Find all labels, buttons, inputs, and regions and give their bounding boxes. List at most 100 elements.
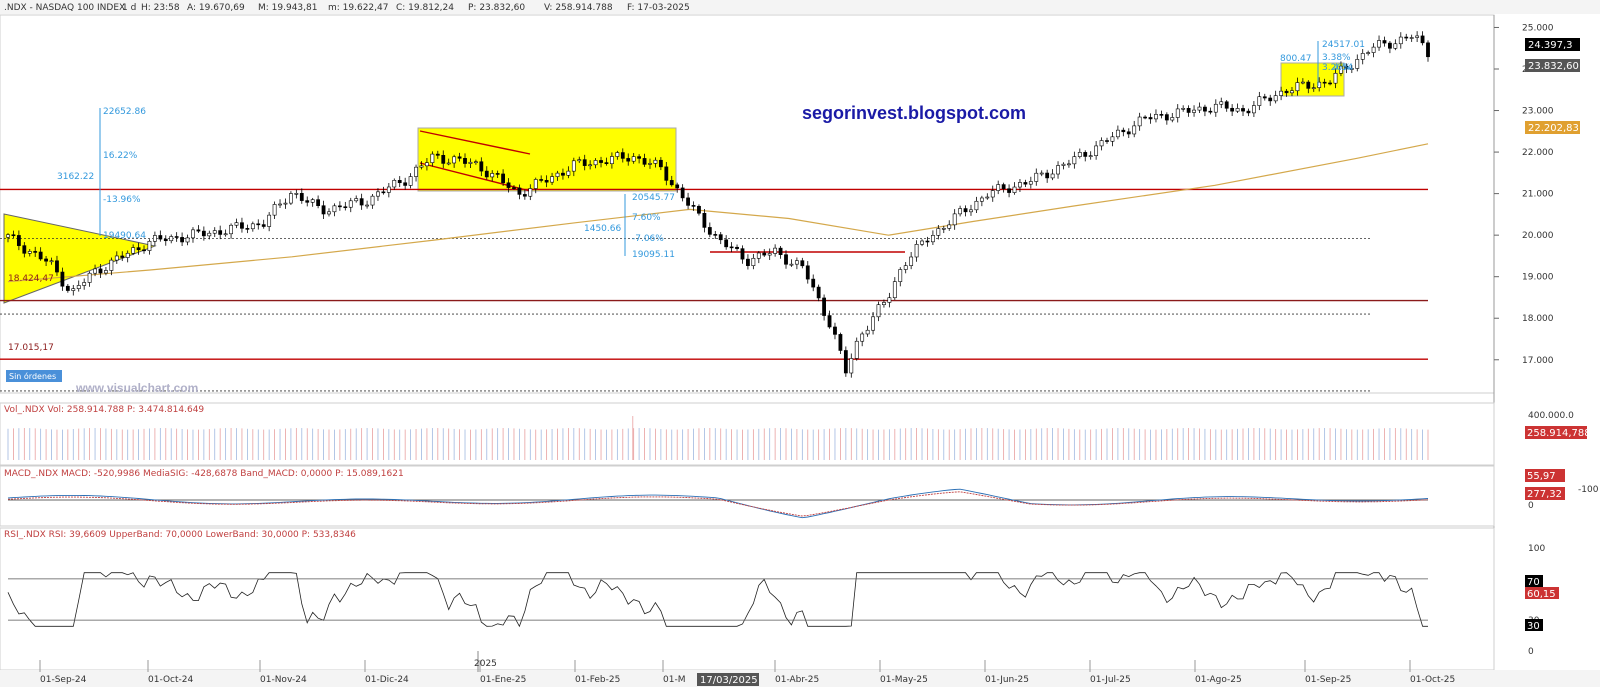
candle-body — [218, 230, 223, 235]
candle-body — [1094, 145, 1099, 156]
candle-body — [691, 205, 696, 207]
candle-body — [1230, 107, 1235, 112]
candle-body — [849, 358, 854, 374]
candle-body — [1284, 90, 1289, 94]
candle-body — [827, 315, 832, 328]
candle-body — [522, 194, 527, 197]
candle-body — [941, 227, 946, 230]
candle-body — [707, 227, 712, 235]
candle-body — [1067, 163, 1071, 166]
year-label: 2025 — [474, 659, 497, 669]
rsi-title: RSI_.NDX RSI: 39,6609 UpperBand: 70,0000… — [4, 530, 356, 540]
candle-body — [969, 209, 973, 213]
candle-body — [294, 193, 299, 195]
candle-body — [1404, 36, 1409, 39]
candle-body — [201, 230, 206, 237]
candle-body — [1377, 40, 1381, 48]
macd-zero-tick: 0 — [1528, 501, 1534, 511]
candle-body — [1077, 152, 1082, 157]
candle-body — [272, 204, 277, 216]
candle-body — [1121, 129, 1126, 133]
macd-side-tick: -100 — [1578, 485, 1599, 495]
candle-body — [517, 187, 522, 195]
p-price-value: 23.832,60 — [1528, 61, 1579, 72]
candle-body — [245, 228, 250, 230]
vol-tick-label: 400.000.0 — [1528, 411, 1574, 421]
macd-top-value: 55,97 — [1527, 471, 1556, 482]
left-low-label: 19490.64 — [103, 231, 146, 241]
candle-body — [974, 200, 979, 211]
header-symbol: .NDX - NASDAQ 100 INDEX — [4, 3, 125, 13]
candle-body — [468, 161, 473, 164]
candle-body — [887, 297, 892, 303]
candle-body — [697, 205, 701, 214]
candle-body — [1322, 81, 1327, 84]
candle-body — [381, 191, 386, 194]
volume-title: Vol_.NDX Vol: 258.914.788 P: 3.474.814.6… — [4, 405, 204, 415]
candle-body — [1018, 182, 1022, 188]
candle-body — [718, 234, 723, 241]
candle-body — [359, 198, 364, 206]
candle-body — [985, 196, 990, 199]
candle-body — [751, 257, 756, 266]
candle-body — [1023, 182, 1028, 185]
candle-body — [544, 179, 549, 183]
candle-body — [898, 269, 903, 282]
candle-body — [767, 253, 772, 256]
candle-body — [735, 246, 739, 249]
mid-high-label: 20545.77 — [632, 193, 675, 203]
candle-body — [337, 205, 342, 208]
time-tick-label: 01-Oct-24 — [148, 675, 193, 685]
candle-body — [1257, 96, 1262, 106]
left-high-label: 22652.86 — [103, 107, 146, 117]
candle-body — [702, 212, 707, 228]
candle-body — [397, 180, 402, 184]
candle-body — [854, 340, 859, 359]
candle-body — [784, 254, 788, 265]
price-tick-label: 25.000 — [1522, 23, 1554, 33]
candle-body — [561, 172, 565, 176]
candle-body — [528, 188, 533, 197]
candle-body — [376, 191, 380, 197]
candle-body — [1164, 114, 1169, 121]
candle-body — [577, 159, 582, 162]
time-tick-label: 01-Feb-25 — [575, 675, 620, 685]
mid-pct1-label: 7.60% — [632, 213, 661, 223]
left-pct2-label: -13.96% — [103, 195, 141, 205]
candle-body — [604, 162, 609, 165]
candle-body — [408, 176, 413, 186]
candle-body — [136, 247, 141, 251]
candle-body — [909, 256, 914, 266]
candle-body — [33, 251, 38, 253]
candle-body — [403, 182, 408, 186]
candle-body — [642, 158, 647, 165]
candle-body — [1083, 152, 1088, 157]
candle-body — [158, 235, 163, 240]
candle-body — [256, 223, 261, 226]
candle-body — [1148, 117, 1153, 120]
candle-body — [1224, 101, 1229, 109]
candle-body — [38, 251, 43, 260]
candle-body — [191, 229, 195, 239]
candle-body — [1393, 43, 1398, 49]
candle-body — [425, 162, 429, 167]
candle-body — [1208, 110, 1213, 113]
candle-body — [620, 152, 625, 159]
mid-pct2-label: -7.06% — [632, 234, 664, 244]
candle-body — [963, 208, 968, 213]
right-pct1-label: 3.38% — [1322, 53, 1351, 63]
candle-body — [22, 245, 27, 254]
candle-body — [414, 166, 418, 177]
time-tick-label: 01-M — [663, 675, 685, 685]
candle-body — [16, 235, 21, 246]
time-tick-label: 01-Ago-25 — [1195, 675, 1242, 685]
price-tick-label: 23.000 — [1522, 107, 1554, 117]
vol-badge-value: 258.914,788 — [1527, 428, 1591, 439]
candle-body — [430, 153, 435, 164]
candle-body — [49, 260, 54, 263]
candle-body — [1050, 173, 1055, 179]
candle-body — [435, 153, 440, 156]
candle-body — [484, 170, 489, 178]
candle-body — [1056, 165, 1060, 175]
candle-body — [773, 247, 778, 254]
